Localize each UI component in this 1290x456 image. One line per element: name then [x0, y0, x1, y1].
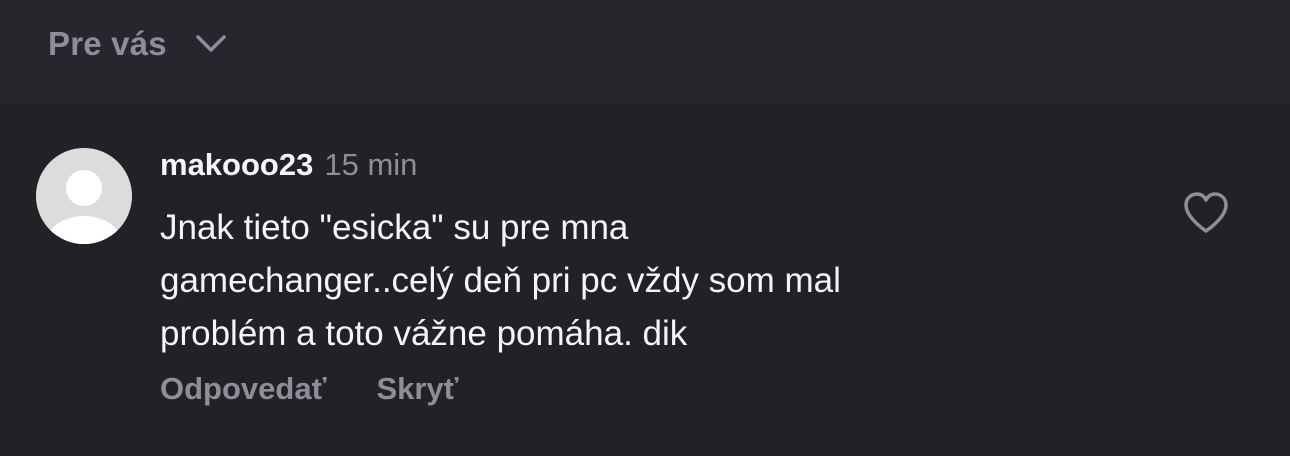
- like-button[interactable]: [1182, 191, 1230, 235]
- hide-button[interactable]: Skryť: [376, 371, 458, 407]
- sort-label: Pre vás: [48, 25, 167, 62]
- top-bar: Pre vás: [0, 0, 1290, 103]
- comment-text-line: problém a toto vážne pomáha. dik: [160, 314, 688, 353]
- reply-button[interactable]: Odpovedať: [160, 371, 326, 407]
- default-avatar-icon: [36, 148, 132, 244]
- comment-text-line: Jnak tieto "esicka" su pre mna: [160, 208, 629, 247]
- comment-header: makooo23 15 min: [160, 147, 417, 187]
- avatar[interactable]: [36, 148, 132, 244]
- timestamp: 15 min: [324, 147, 418, 182]
- comment-item: makooo23 15 min Jnak tieto "esicka" su p…: [0, 103, 1290, 456]
- comment-text-line: gamechanger..celý deň pri pc vždy som ma…: [160, 261, 841, 300]
- username[interactable]: makooo23: [160, 147, 313, 183]
- comment-text: Jnak tieto "esicka" su pre mna gamechang…: [160, 201, 1120, 360]
- chevron-down-icon: [195, 34, 227, 54]
- comment-actions: Odpovedať Skryť: [160, 369, 459, 409]
- sort-dropdown[interactable]: Pre vás: [48, 22, 227, 66]
- heart-outline-icon: [1184, 192, 1228, 233]
